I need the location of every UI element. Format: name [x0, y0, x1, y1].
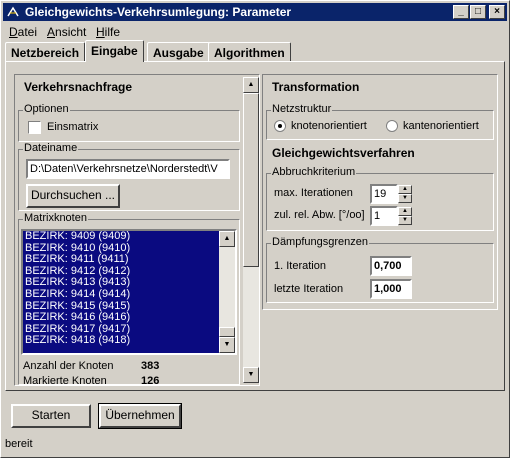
arrow-up-icon: ▲ [223, 235, 231, 242]
spin-down-icon[interactable]: ▼ [398, 216, 412, 225]
iter1-input[interactable]: 0,700 [370, 256, 412, 276]
status-text: bereit [5, 438, 33, 450]
dateiname-group: Dateiname D:\Daten\Verkehrsnetze\Norders… [18, 142, 240, 211]
letzte-label: letzte Iteration [274, 283, 344, 295]
matrixknoten-label: Matrixknoten [23, 212, 88, 224]
spin-up-icon[interactable]: ▲ [398, 185, 412, 194]
tab-algorithmen[interactable]: Algorithmen [208, 42, 291, 62]
daempfung-label: Dämpfungsgrenzen [271, 236, 370, 248]
zul-label: zul. rel. Abw. [°/oo] [274, 209, 365, 221]
maximize-button[interactable]: □ [470, 5, 486, 19]
minimize-icon: _ [458, 6, 464, 17]
arrow-up-icon: ▲ [247, 81, 255, 88]
panel-scroll-thumb[interactable] [243, 93, 259, 267]
tab-panel-eingabe: Verkehrsnachfrage Optionen Einsmatrix Da… [5, 61, 505, 391]
optionen-group: Optionen Einsmatrix [18, 103, 240, 142]
anzahl-value: 383 [141, 360, 160, 372]
main-window: Gleichgewichts-Verkehrsumlegung: Paramet… [0, 0, 510, 458]
menu-hilfe[interactable]: Hilfe [96, 25, 120, 39]
knotenorientiert-label: knotenorientiert [291, 120, 367, 132]
verkehrsnachfrage-panel: Verkehrsnachfrage Optionen Einsmatrix Da… [14, 74, 260, 387]
transformation-panel: Transformation Netzstruktur knotenorient… [262, 74, 498, 310]
matrixknoten-group: Matrixknoten BEZIRK: 9409 (9409) BEZIRK: … [18, 212, 240, 387]
tab-eingabe[interactable]: Eingabe [85, 40, 144, 62]
zul-input[interactable]: 1 [370, 206, 398, 226]
starten-button[interactable]: Starten [11, 404, 91, 428]
dateiname-label: Dateiname [23, 142, 79, 154]
max-iter-input[interactable]: 19 [370, 184, 398, 204]
list-body: BEZIRK: 9409 (9409) BEZIRK: 9410 (9410) BE… [23, 231, 219, 353]
tab-netzbereich[interactable]: Netzbereich [5, 42, 86, 62]
panel-scroll-down-button[interactable]: ▼ [243, 367, 259, 383]
arrow-down-icon: ▼ [247, 371, 255, 378]
menu-ansicht[interactable]: Ansicht [47, 25, 86, 39]
optionen-label: Optionen [23, 103, 70, 115]
verkehrsnachfrage-heading: Verkehrsnachfrage [24, 80, 133, 94]
netzstruktur-label: Netzstruktur [271, 103, 333, 115]
abbruchkriterium-group: Abbruchkriterium max. Iterationen 19 ▲ ▼… [266, 166, 494, 231]
knotenorientiert-radio[interactable] [274, 120, 286, 132]
maximize-icon: □ [474, 6, 482, 17]
spin-up-icon[interactable]: ▲ [398, 207, 412, 216]
anzahl-label: Anzahl der Knoten [23, 360, 114, 372]
list-scroll-down-button[interactable]: ▼ [219, 337, 235, 353]
list-scroll-thumb[interactable] [219, 327, 235, 337]
kantenorientiert-radio[interactable] [386, 120, 398, 132]
list-rows: BEZIRK: 9409 (9409) BEZIRK: 9410 (9410) BE… [23, 231, 219, 347]
markierte-value: 126 [141, 375, 160, 387]
markierte-label: Markierte Knoten [23, 375, 107, 387]
netzstruktur-group: Netzstruktur knotenorientiert kantenorie… [266, 103, 494, 140]
app-icon [6, 5, 20, 19]
max-iter-spinner[interactable]: ▲ ▼ [398, 185, 412, 203]
status-bar: bereit [5, 438, 505, 454]
transformation-heading: Transformation [272, 80, 360, 94]
panel-scrollbar[interactable]: ▲ ▼ [243, 77, 259, 383]
list-scroll-up-button[interactable]: ▲ [219, 231, 235, 247]
minimize-button[interactable]: _ [453, 5, 469, 19]
menu-bar: Datei Ansicht Hilfe [3, 22, 507, 40]
arrow-down-icon: ▼ [223, 341, 231, 348]
durchsuchen-button[interactable]: Durchsuchen ... [26, 184, 120, 208]
einsmatrix-label: Einsmatrix [47, 121, 99, 133]
daempfung-group: Dämpfungsgrenzen 1. Iteration 0,700 letz… [266, 236, 494, 303]
list-item[interactable]: BEZIRK: 9418 (9418) [23, 335, 219, 347]
dateiname-input[interactable]: D:\Daten\Verkehrsnetze\Norderstedt\V [26, 159, 230, 179]
abbruchkriterium-label: Abbruchkriterium [271, 166, 357, 178]
title-bar[interactable]: Gleichgewichts-Verkehrsumlegung: Paramet… [3, 3, 507, 21]
einsmatrix-checkbox[interactable] [28, 121, 41, 134]
window-title: Gleichgewichts-Verkehrsumlegung: Paramet… [25, 5, 292, 19]
panel-scroll-up-button[interactable]: ▲ [243, 77, 259, 93]
menu-datei[interactable]: Datei [9, 25, 37, 39]
kantenorientiert-label: kantenorientiert [403, 120, 479, 132]
tab-ausgabe[interactable]: Ausgabe [147, 42, 210, 62]
close-button[interactable]: × [489, 5, 505, 19]
iter1-label: 1. Iteration [274, 260, 326, 272]
zul-spinner[interactable]: ▲ ▼ [398, 207, 412, 225]
list-scrollbar[interactable]: ▲ ▼ [219, 231, 235, 353]
spin-down-icon[interactable]: ▼ [398, 194, 412, 203]
uebernehmen-button[interactable]: Übernehmen [98, 403, 182, 429]
matrixknoten-list[interactable]: BEZIRK: 9409 (9409) BEZIRK: 9410 (9410) BE… [21, 229, 237, 355]
letzte-input[interactable]: 1,000 [370, 279, 412, 299]
gleichgewicht-heading: Gleichgewichtsverfahren [272, 146, 415, 160]
close-icon: × [494, 6, 500, 17]
list-item[interactable]: BEZIRK: 9409 (9409) [23, 231, 219, 243]
list-item[interactable]: BEZIRK: 9414 (9414) [23, 288, 219, 301]
max-iter-label: max. Iterationen [274, 187, 353, 199]
list-item[interactable]: BEZIRK: 9416 (9416) [23, 312, 219, 324]
